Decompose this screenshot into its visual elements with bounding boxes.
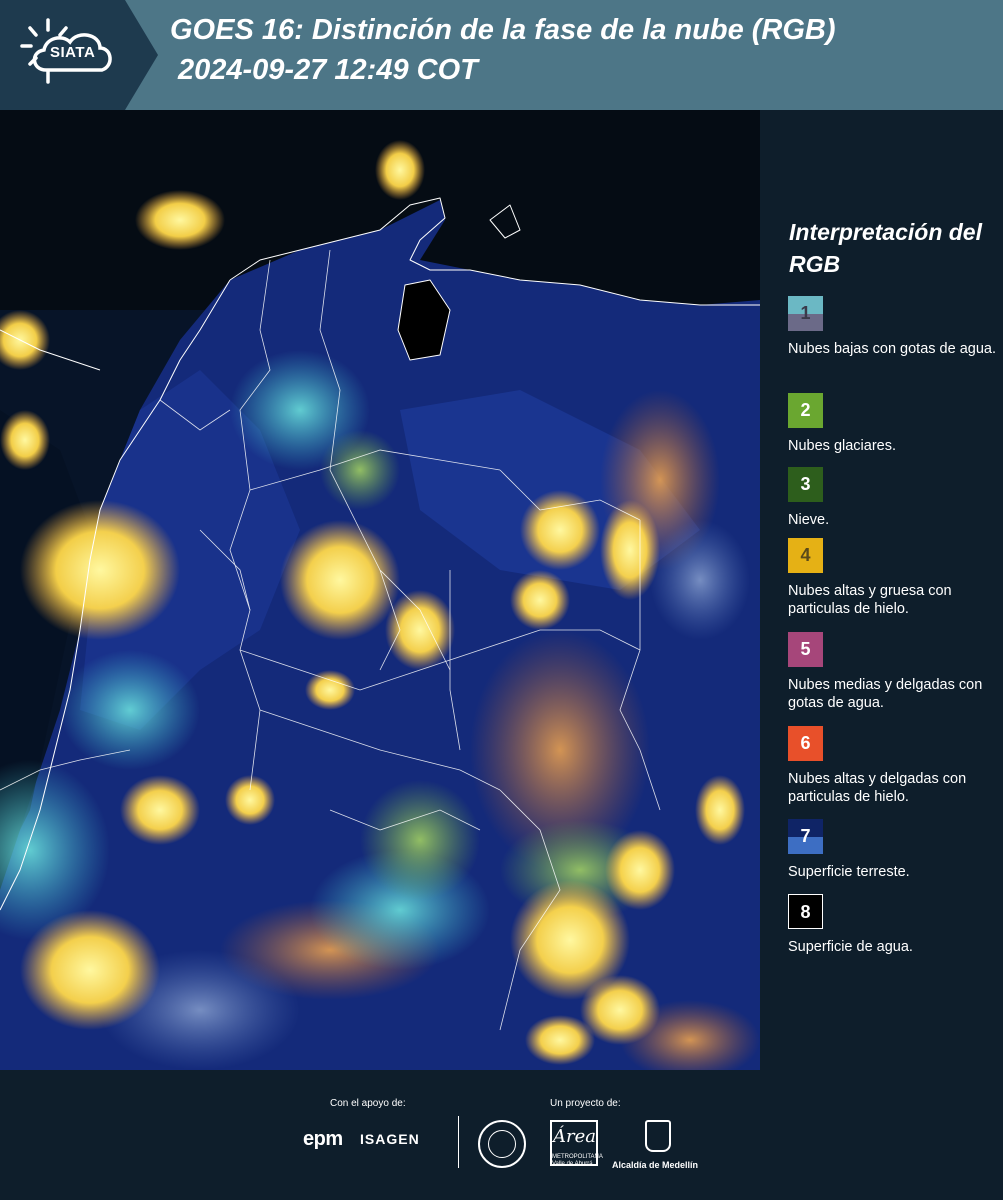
legend-label-4: Nubes altas y gruesa con particulas de h…	[788, 583, 952, 617]
project-label: Un proyecto de:	[550, 1098, 621, 1109]
alcaldia-label: Alcaldía de Medellín	[612, 1160, 699, 1170]
alcaldia-emblem-icon	[645, 1120, 671, 1152]
legend-swatch-6: 6	[788, 726, 823, 761]
logo-panel: SIATA	[0, 0, 160, 110]
isagen-logo: ISAGEN	[360, 1131, 420, 1147]
legend-item-4: 4 Nubes altas y gruesa con particulas de…	[788, 538, 1000, 618]
legend-label-6: Nubes altas y delgadas con particulas de…	[788, 771, 967, 805]
legend-item-3: 3 Nieve.	[788, 467, 1000, 529]
legend-item-8: 8 Superficie de agua.	[788, 894, 1000, 956]
support-label: Con el apoyo de:	[330, 1098, 406, 1109]
legend-item-2: 2 Nubes glaciares.	[788, 393, 1000, 455]
legend-label-5: Nubes medias y delgadas con gotas de agu…	[788, 677, 983, 711]
medellin-seal-icon	[478, 1120, 526, 1168]
legend-swatch-7: 7	[788, 819, 823, 854]
legend-title: Interpretación del RGB	[789, 219, 982, 277]
footer: Con el apoyo de: Un proyecto de: epm ISA…	[0, 1070, 1003, 1200]
satellite-rgb-image	[0, 110, 760, 1070]
satellite-map[interactable]	[0, 110, 760, 1070]
legend-swatch-2: 2	[788, 393, 823, 428]
epm-logo: epm	[303, 1128, 343, 1150]
header: SIATA GOES 16: Distinción de la fase de …	[0, 0, 1003, 110]
legend-label-1: Nubes bajas con gotas de agua.	[788, 341, 996, 357]
legend-swatch-3: 3	[788, 467, 823, 502]
page-timestamp: 2024-09-27 12:49 COT	[178, 54, 478, 86]
legend-swatch-8: 8	[788, 894, 823, 929]
legend-swatch-5: 5	[788, 632, 823, 667]
legend-label-8: Superficie de agua.	[788, 939, 913, 955]
legend-label-2: Nubes glaciares.	[788, 438, 896, 454]
legend-swatch-1: 1	[788, 296, 823, 331]
siata-logo-text: SIATA	[50, 44, 96, 61]
legend-item-7: 7 Superficie terreste.	[788, 819, 1000, 881]
legend-panel: Interpretación del RGB 1 Nubes bajas con…	[760, 110, 1003, 1070]
legend-item-5: 5 Nubes medias y delgadas con gotas de a…	[788, 632, 1000, 712]
legend-swatch-4: 4	[788, 538, 823, 573]
legend-label-3: Nieve.	[788, 512, 830, 528]
area-logo-subtitle: METROPOLITANA Valle de Aburrá	[552, 1154, 603, 1167]
page-title: GOES 16: Distinción de la fase de la nub…	[170, 14, 836, 46]
legend-label-7: Superficie terreste.	[788, 864, 910, 880]
legend-item-1: 1 Nubes bajas con gotas de agua.	[788, 296, 1000, 358]
legend-item-6: 6 Nubes altas y delgadas con particulas …	[788, 726, 1000, 806]
area-logo-text: Área	[553, 1126, 596, 1147]
footer-divider	[458, 1116, 459, 1168]
